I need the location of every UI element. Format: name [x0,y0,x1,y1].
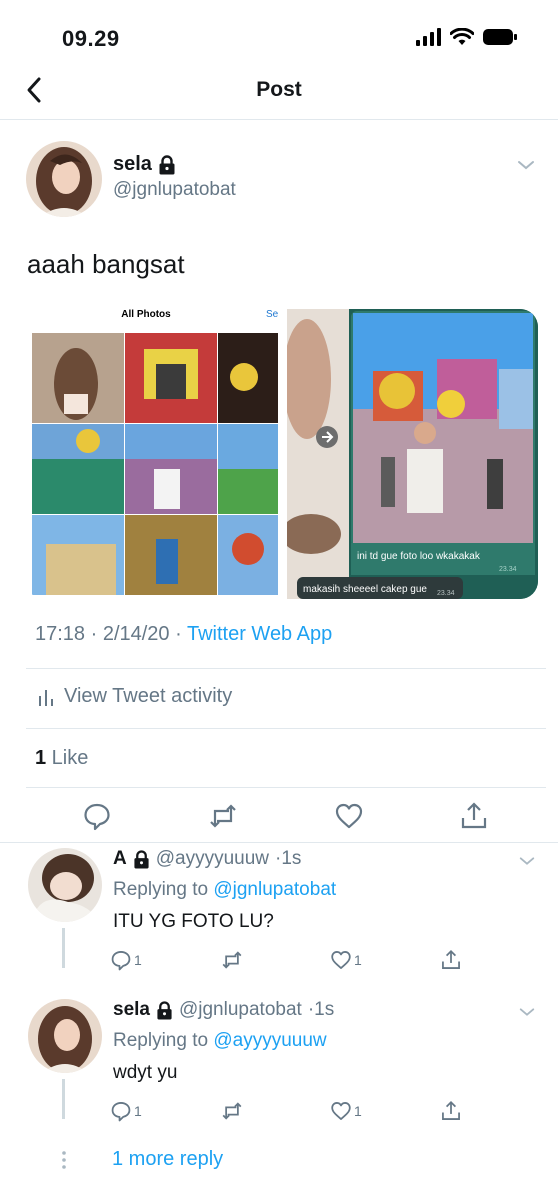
thread-line [62,928,65,968]
reply-text: wdyt yu [113,1062,178,1083]
tweet-media[interactable]: All Photos Se ini td gue foto loo wkakak… [26,309,538,599]
likes-label: Like [46,747,89,769]
status-time: 09.29 [62,26,120,51]
chat-bubble-1-text: ini td gue foto loo wkakakak [357,551,481,562]
chat-bubble-2-text: makasih sheeeel cakep gue [303,584,427,595]
reply-actions: 1 1 [110,949,480,975]
media-photo-grid[interactable]: All Photos Se [26,309,284,599]
tweet-client-link[interactable]: Twitter Web App [187,623,332,645]
reply-author-handle[interactable]: @ayyyyuuuw [156,848,269,870]
author-avatar[interactable] [26,141,102,217]
heart-icon [331,1102,351,1120]
wifi-icon [450,28,474,45]
replying-to-label: Replying to [113,879,214,900]
heart-icon [331,951,351,969]
activity-label: View Tweet activity [64,685,233,707]
chevron-down-icon[interactable] [518,1003,536,1021]
media-left-header: All Photos [121,309,171,320]
view-tweet-activity[interactable]: View Tweet activity [38,685,232,708]
reply-time: ·1s [307,999,335,1020]
battery-icon [483,29,517,45]
replying-to: Replying to @ayyyyuuuw [113,1030,327,1052]
tweet-meta: 17:18 · 2/14/20 · Twitter Web App [35,623,332,646]
reply-button[interactable]: 1 [110,949,142,971]
like-button[interactable]: 1 [330,1100,362,1122]
share-icon[interactable] [459,801,489,831]
replying-to-link[interactable]: @ayyyyuuuw [213,1030,326,1051]
more-dots-icon [62,1151,66,1169]
share-button[interactable] [440,1100,462,1122]
reply-avatar[interactable] [28,848,102,922]
retweet-button[interactable] [220,949,244,971]
lock-icon [159,154,175,174]
like-count: 1 [354,952,362,968]
retweet-icon [222,1102,242,1120]
author-name-text: sela [113,153,152,175]
like-button[interactable]: 1 [330,949,362,971]
reply-actions: 1 1 [110,1100,480,1126]
reply-text: ITU YG FOTO LU? [113,911,274,932]
share-icon [442,949,460,969]
share-button[interactable] [440,949,462,971]
author-handle[interactable]: @jgnlupatobat [113,179,236,201]
likes-summary[interactable]: 1 Like [35,747,88,770]
tweet-text: aaah bangsat [27,249,185,279]
reply-count: 1 [134,1103,142,1119]
reply-count: 1 [134,952,142,968]
heart-icon[interactable] [334,801,364,831]
divider [26,728,546,729]
lock-icon [134,849,149,868]
chevron-down-icon[interactable] [516,155,536,175]
status-icons [416,28,518,46]
chat-bubble-1-time: 23.34 [499,566,517,573]
reply-author-handle[interactable]: @jgnlupatobat [179,999,302,1021]
retweet-button[interactable] [220,1100,244,1122]
tweet-actions [0,801,558,837]
retweet-icon[interactable] [208,801,238,831]
like-count: 1 [354,1103,362,1119]
divider [0,842,558,843]
replying-to: Replying to @jgnlupatobat [113,879,336,901]
reply-author-name[interactable]: A [113,848,127,870]
author-name[interactable]: sela [113,153,176,176]
chevron-down-icon[interactable] [518,852,536,870]
reply-avatar[interactable] [28,999,102,1073]
chat-bubble-2-time: 23.34 [437,590,455,597]
reply-tweet[interactable]: sela @jgnlupatobat ·1s Replying to @ayyyy… [0,999,558,1139]
page-title: Post [256,78,302,101]
media-chat-screenshot[interactable]: ini td gue foto loo wkakakak 23.34 makas… [281,309,538,599]
reply-author-name[interactable]: sela [113,999,150,1021]
analytics-icon [39,689,53,706]
tweet-timestamp: 17:18 · 2/14/20 · [35,623,187,645]
thread-line [62,1079,65,1119]
divider [26,668,546,669]
lock-icon [157,1000,172,1019]
likes-count: 1 [35,747,47,769]
reply-header: sela @jgnlupatobat ·1s [113,999,334,1021]
reply-time: ·1s [275,848,302,869]
divider [26,787,546,788]
signal-icon [416,28,441,46]
replying-to-label: Replying to [113,1030,214,1051]
share-icon [442,1100,460,1120]
replying-to-link[interactable]: @jgnlupatobat [213,879,336,900]
main-tweet: sela @jgnlupatobat aaah bangsat All Phot… [0,121,558,841]
reply-icon [111,951,131,971]
reply-header: A @ayyyyuuuw ·1s [113,848,301,870]
reply-button[interactable]: 1 [110,1100,142,1122]
nav-bar: Post [0,70,558,120]
retweet-icon [222,951,242,969]
status-bar: 09.29 [0,0,558,70]
more-replies-link[interactable]: 1 more reply [112,1148,223,1171]
reply-icon [111,1102,131,1122]
reply-tweet[interactable]: A @ayyyyuuuw ·1s Replying to @jgnlupatoba… [0,848,558,988]
reply-icon[interactable] [82,801,112,831]
media-left-header-right: Se [266,309,279,320]
